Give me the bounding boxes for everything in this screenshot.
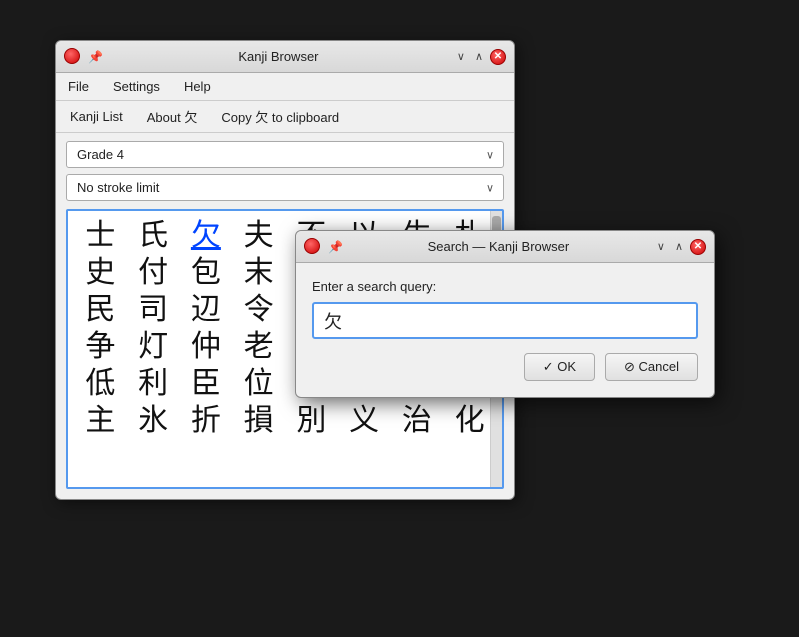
- menu-settings[interactable]: Settings: [109, 77, 164, 96]
- menu-help[interactable]: Help: [180, 77, 215, 96]
- kanji-char[interactable]: 欠: [182, 219, 231, 252]
- toolbar-kanji-list[interactable]: Kanji List: [64, 107, 129, 126]
- search-title-bar: 📌 Search — Kanji Browser ∨ ∧ ✕: [296, 231, 714, 263]
- app-icon-red: [64, 48, 80, 64]
- kanji-char[interactable]: 老: [234, 330, 283, 363]
- kanji-char[interactable]: 付: [129, 256, 178, 289]
- app-icon: [64, 48, 82, 66]
- kanji-char[interactable]: 民: [76, 293, 125, 326]
- kanji-char[interactable]: 史: [76, 256, 125, 289]
- stroke-dropdown-wrapper: No stroke limit 1 stroke 2 strokes 3 str…: [66, 174, 504, 201]
- minimize-button[interactable]: ∨: [454, 49, 468, 64]
- search-title-controls: ∨ ∧ ✕: [654, 239, 706, 255]
- kanji-char[interactable]: 辺: [182, 293, 231, 326]
- search-dialog-title: Search — Kanji Browser: [343, 239, 654, 254]
- search-maximize-button[interactable]: ∧: [672, 239, 686, 254]
- menu-file[interactable]: File: [64, 77, 93, 96]
- search-body: Enter a search query: ✓ OK ⊘ Cancel: [296, 263, 714, 397]
- kanji-char[interactable]: 仲: [182, 330, 231, 363]
- kanji-char[interactable]: 治: [393, 404, 442, 437]
- search-input[interactable]: [312, 302, 698, 339]
- close-button[interactable]: ✕: [490, 49, 506, 65]
- grade-dropdown[interactable]: Grade 1 Grade 2 Grade 3 Grade 4 Grade 5 …: [66, 141, 504, 168]
- kanji-char[interactable]: 化: [445, 404, 494, 437]
- main-window-title: Kanji Browser: [103, 49, 454, 64]
- kanji-char[interactable]: 位: [234, 367, 283, 400]
- title-bar-left: 📌: [64, 48, 103, 66]
- stroke-dropdown[interactable]: No stroke limit 1 stroke 2 strokes 3 str…: [66, 174, 504, 201]
- kanji-char[interactable]: 包: [182, 256, 231, 289]
- kanji-char[interactable]: 司: [129, 293, 178, 326]
- kanji-char[interactable]: 別: [287, 404, 336, 437]
- kanji-char[interactable]: 主: [76, 404, 125, 437]
- search-title-bar-left: 📌: [304, 238, 343, 256]
- kanji-char[interactable]: 低: [76, 367, 125, 400]
- kanji-char[interactable]: 义: [340, 404, 389, 437]
- main-title-bar: 📌 Kanji Browser ∨ ∧ ✕: [56, 41, 514, 73]
- kanji-char[interactable]: 争: [76, 330, 125, 363]
- grade-dropdown-wrapper: Grade 1 Grade 2 Grade 3 Grade 4 Grade 5 …: [66, 141, 504, 168]
- toolbar: Kanji List About 欠 Copy 欠 to clipboard: [56, 101, 514, 133]
- kanji-char[interactable]: 氏: [129, 219, 178, 252]
- toolbar-about[interactable]: About 欠: [141, 105, 204, 128]
- kanji-char[interactable]: 折: [182, 404, 231, 437]
- cancel-button[interactable]: ⊘ Cancel: [605, 353, 698, 381]
- search-label: Enter a search query:: [312, 279, 698, 294]
- kanji-char[interactable]: 末: [234, 256, 283, 289]
- menu-bar: File Settings Help: [56, 73, 514, 101]
- search-app-icon: [304, 238, 322, 256]
- title-bar-controls: ∨ ∧ ✕: [454, 49, 506, 65]
- kanji-char[interactable]: 臣: [182, 367, 231, 400]
- kanji-char[interactable]: 氷: [129, 404, 178, 437]
- cancel-label: ⊘ Cancel: [624, 359, 679, 375]
- kanji-char[interactable]: 損: [234, 404, 283, 437]
- search-close-button[interactable]: ✕: [690, 239, 706, 255]
- kanji-char[interactable]: 士: [76, 219, 125, 252]
- kanji-char[interactable]: 利: [129, 367, 178, 400]
- pin-icon: 📌: [88, 50, 103, 64]
- maximize-button[interactable]: ∧: [472, 49, 486, 64]
- toolbar-copy[interactable]: Copy 欠 to clipboard: [215, 105, 345, 128]
- search-pin-icon: 📌: [328, 240, 343, 254]
- search-app-icon-red: [304, 238, 320, 254]
- kanji-char[interactable]: 灯: [129, 330, 178, 363]
- dropdown-area: Grade 1 Grade 2 Grade 3 Grade 4 Grade 5 …: [56, 133, 514, 209]
- search-buttons: ✓ OK ⊘ Cancel: [312, 353, 698, 381]
- kanji-char[interactable]: 夫: [234, 219, 283, 252]
- kanji-char[interactable]: 令: [234, 293, 283, 326]
- search-minimize-button[interactable]: ∨: [654, 239, 668, 254]
- search-dialog: 📌 Search — Kanji Browser ∨ ∧ ✕ Enter a s…: [295, 230, 715, 398]
- ok-button[interactable]: ✓ OK: [524, 353, 595, 381]
- ok-label: ✓ OK: [543, 359, 576, 375]
